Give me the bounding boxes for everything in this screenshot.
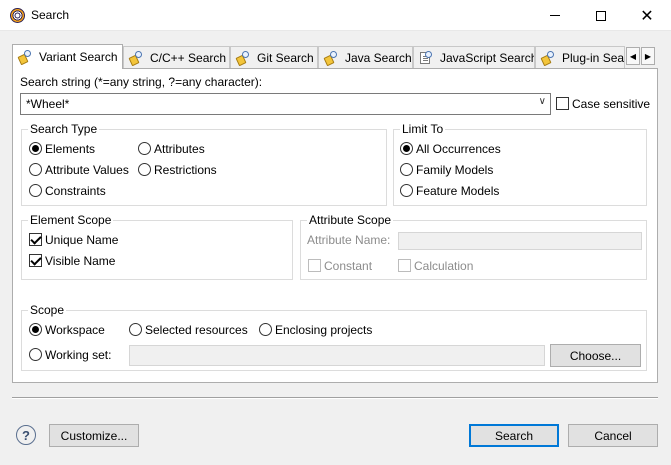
tab-label: C/C++ Search <box>150 50 227 65</box>
family-models-radio[interactable] <box>400 163 413 176</box>
search-type-title: Search Type <box>28 122 100 136</box>
attribute-values-radio[interactable] <box>29 163 42 176</box>
maximize-button[interactable] <box>578 0 624 31</box>
variant-search-page: Search string (*=any string, ?=any chara… <box>12 68 658 383</box>
tab-label: JavaScript Search <box>440 50 535 65</box>
element-scope-title: Element Scope <box>28 213 114 227</box>
close-button[interactable]: ✕ <box>624 0 670 31</box>
search-string-combo[interactable]: *Wheel* ∨ <box>20 93 551 115</box>
minimize-icon <box>550 15 560 16</box>
feature-models-radio[interactable] <box>400 184 413 197</box>
tab-plugin-search[interactable]: Plug-in Sea <box>535 46 625 68</box>
tab-scroll-left-button[interactable]: ◀ <box>626 47 640 65</box>
document-search-icon <box>418 50 434 66</box>
elements-label: Elements <box>45 142 96 156</box>
attributes-label: Attributes <box>154 142 205 156</box>
elements-radio[interactable] <box>29 142 42 155</box>
search-wand-icon <box>540 50 556 66</box>
attribute-values-label: Attribute Values <box>45 163 129 177</box>
calculation-checkbox[interactable] <box>398 259 411 272</box>
visible-name-checkbox[interactable] <box>29 254 42 267</box>
tab-strip: Variant Search C/C++ Search Git Search J… <box>12 44 658 69</box>
unique-name-label: Unique Name <box>45 233 119 247</box>
maximize-icon <box>596 10 606 21</box>
case-sensitive-label: Case sensitive <box>572 97 651 111</box>
attribute-name-label: Attribute Name: <box>307 233 391 247</box>
working-set-label: Working set: <box>45 348 112 362</box>
attributes-radio[interactable] <box>138 142 151 155</box>
enclosing-projects-radio[interactable] <box>259 323 272 336</box>
feature-models-label: Feature Models <box>416 184 500 198</box>
unique-name-checkbox[interactable] <box>29 233 42 246</box>
attribute-name-input[interactable] <box>398 232 642 250</box>
tab-scroll-right-button[interactable]: ▶ <box>641 47 655 65</box>
all-occurrences-radio[interactable] <box>400 142 413 155</box>
cancel-button[interactable]: Cancel <box>568 424 658 447</box>
tab-cpp-search[interactable]: C/C++ Search <box>123 46 230 68</box>
working-set-input[interactable] <box>129 345 545 366</box>
tab-label: Java Search <box>345 50 412 65</box>
constraints-label: Constraints <box>45 184 106 198</box>
calculation-label: Calculation <box>414 259 474 273</box>
working-set-radio[interactable] <box>29 348 42 361</box>
search-wand-icon <box>323 50 339 66</box>
visible-name-label: Visible Name <box>45 254 116 268</box>
tab-label: Plug-in Sea <box>562 50 625 65</box>
minimize-button[interactable] <box>532 0 578 31</box>
constant-checkbox[interactable] <box>308 259 321 272</box>
selected-resources-radio[interactable] <box>129 323 142 336</box>
search-string-value: *Wheel* <box>26 97 70 111</box>
footer-separator <box>12 397 658 399</box>
constant-label: Constant <box>324 259 373 273</box>
tab-git-search[interactable]: Git Search <box>230 46 318 68</box>
constraints-radio[interactable] <box>29 184 42 197</box>
chevron-down-icon[interactable]: ∨ <box>539 96 546 107</box>
eclipse-app-icon <box>10 8 25 23</box>
attribute-scope-title: Attribute Scope <box>307 213 394 227</box>
choose-button[interactable]: Choose... <box>550 344 641 367</box>
window-title: Search <box>31 8 70 22</box>
search-wand-icon <box>17 49 33 66</box>
tab-java-search[interactable]: Java Search <box>318 46 413 68</box>
all-occurrences-label: All Occurrences <box>416 142 501 156</box>
search-button[interactable]: Search <box>469 424 559 447</box>
tab-variant-search[interactable]: Variant Search <box>12 44 123 69</box>
workspace-radio[interactable] <box>29 323 42 336</box>
tab-label: Git Search <box>257 50 314 65</box>
selected-resources-label: Selected resources <box>145 323 248 337</box>
enclosing-projects-label: Enclosing projects <box>275 323 373 337</box>
restrictions-radio[interactable] <box>138 163 151 176</box>
case-sensitive-checkbox[interactable] <box>556 97 569 110</box>
limit-to-title: Limit To <box>400 122 446 136</box>
tab-javascript-search[interactable]: JavaScript Search <box>413 46 535 68</box>
help-icon[interactable]: ? <box>16 425 36 445</box>
scope-title: Scope <box>28 303 67 317</box>
close-icon: ✕ <box>640 5 654 25</box>
tab-label: Variant Search <box>39 50 118 64</box>
restrictions-label: Restrictions <box>154 163 217 177</box>
search-string-label: Search string (*=any string, ?=any chara… <box>20 75 263 89</box>
workspace-label: Workspace <box>45 323 105 337</box>
customize-button[interactable]: Customize... <box>49 424 139 447</box>
family-models-label: Family Models <box>416 163 494 177</box>
search-wand-icon <box>128 50 144 66</box>
element-scope-group: Element Scope <box>21 213 293 280</box>
search-wand-icon <box>235 50 251 66</box>
